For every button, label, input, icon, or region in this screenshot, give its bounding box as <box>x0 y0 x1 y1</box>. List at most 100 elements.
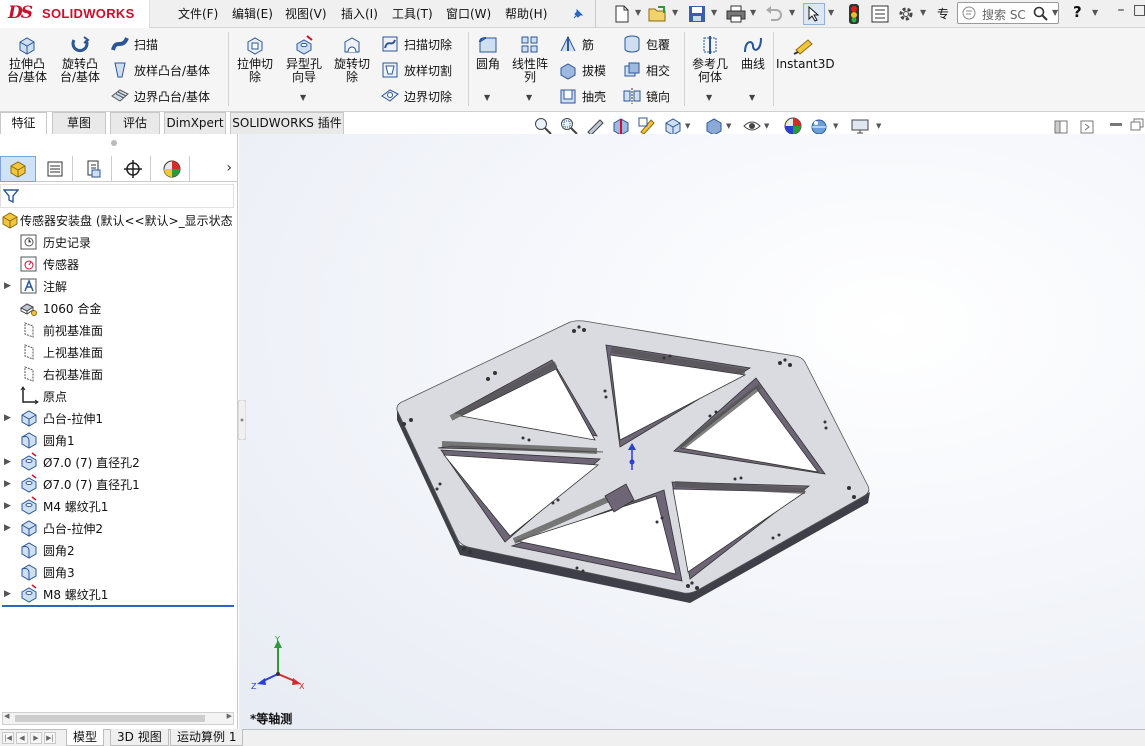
linear-pattern-button[interactable]: 线性阵列 <box>508 34 552 84</box>
linear-pattern-dropdown-icon[interactable]: ▼ <box>526 93 532 102</box>
tab-last-icon[interactable]: ▶| <box>44 732 56 744</box>
options-dropdown-icon[interactable]: ▼ <box>920 8 926 17</box>
loft-boss-button[interactable]: 放样凸台/基体 <box>110 59 210 81</box>
apply-scene-icon[interactable] <box>809 116 829 136</box>
panel-collapse-handle-icon[interactable] <box>237 399 247 441</box>
file-properties-icon[interactable] <box>869 3 891 25</box>
tab-evaluate[interactable]: 评估 <box>110 112 160 134</box>
tree-item-fillet3[interactable]: 圆角3 <box>0 561 238 583</box>
zoom-to-fit-icon[interactable] <box>533 116 553 136</box>
tab-previous-icon[interactable]: ◀ <box>16 732 28 744</box>
sweep-button[interactable]: 扫描 <box>110 33 158 55</box>
tab-first-icon[interactable]: |◀ <box>2 732 14 744</box>
mirror-button[interactable]: 镜向 <box>622 85 670 107</box>
open-file-icon[interactable] <box>647 3 669 25</box>
print-icon[interactable] <box>725 3 747 25</box>
select-pointer-icon[interactable] <box>803 3 825 25</box>
select-dropdown-icon[interactable]: ▼ <box>828 8 834 17</box>
tab-display-manager[interactable] <box>154 156 190 182</box>
panel-drag-handle-icon[interactable] <box>111 140 117 146</box>
expand-arrow-icon[interactable]: ▶ <box>4 479 11 489</box>
tree-root-part[interactable]: 传感器安装盘 (默认<<默认>_显示状态 <box>0 209 238 231</box>
expand-arrow-icon[interactable]: ▶ <box>4 281 11 291</box>
tree-item-history[interactable]: 历史记录 <box>0 231 238 253</box>
chevron-right-icon[interactable]: › <box>226 160 232 176</box>
scroll-right-icon[interactable]: ▶ <box>227 712 232 720</box>
menu-help[interactable]: 帮助(H) <box>505 5 547 22</box>
minimize-icon[interactable]: – <box>1107 2 1135 24</box>
tree-item-top-plane[interactable]: 上视基准面 <box>0 341 238 363</box>
view-settings-icon[interactable] <box>850 116 870 136</box>
new-dropdown-icon[interactable]: ▼ <box>635 8 641 17</box>
wrap-button[interactable]: 包覆 <box>622 33 670 55</box>
revolve-boss-button[interactable]: 旋转凸台/基体 <box>56 34 104 84</box>
menu-view[interactable]: 视图(V) <box>285 5 327 22</box>
tree-item-hole-dia1[interactable]: ▶ Ø7.0 (7) 直径孔1 <box>0 473 238 495</box>
graphics-area[interactable]: Y X Z <box>239 134 1145 730</box>
options-gear-icon[interactable] <box>895 3 917 25</box>
rib-button[interactable]: 筋 <box>558 33 594 55</box>
pane-expand-icon[interactable] <box>1080 120 1094 134</box>
hide-show-dropdown-icon[interactable]: ▼ <box>764 122 769 130</box>
tree-item-hole-dia2[interactable]: ▶ Ø7.0 (7) 直径孔2 <box>0 451 238 473</box>
hole-wizard-button[interactable]: 异型孔向导 <box>282 34 326 84</box>
fillet-dropdown-icon[interactable]: ▼ <box>484 93 490 102</box>
tab-dimxpert-manager[interactable] <box>115 156 151 182</box>
instant3d-button[interactable]: Instant3D <box>776 34 835 71</box>
view-orientation-icon[interactable] <box>663 116 683 136</box>
tree-item-fillet1[interactable]: 圆角1 <box>0 429 238 451</box>
tree-item-fillet2[interactable]: 圆角2 <box>0 539 238 561</box>
tree-item-m4-tapped-hole1[interactable]: ▶ M4 螺纹孔1 <box>0 495 238 517</box>
search-dropdown-icon[interactable]: ▼ <box>1052 8 1058 17</box>
reference-geometry-button[interactable]: 参考几何体 <box>688 34 732 84</box>
menu-file[interactable]: 文件(F) <box>178 5 218 22</box>
tree-item-m8-tapped-hole1[interactable]: ▶ M8 螺纹孔1 <box>0 583 238 605</box>
scrollbar-thumb[interactable] <box>15 715 205 722</box>
extrude-cut-button[interactable]: 拉伸切除 <box>233 34 277 84</box>
loft-cut-button[interactable]: 放样切割 <box>380 59 452 81</box>
expand-arrow-icon[interactable]: ▶ <box>4 457 11 467</box>
shell-button[interactable]: 抽壳 <box>558 85 606 107</box>
help-button[interactable]: ? <box>1073 3 1082 21</box>
tab-property-manager[interactable] <box>37 156 73 182</box>
search-magnifier-icon[interactable] <box>1030 3 1052 25</box>
help-dropdown-icon[interactable]: ▼ <box>1092 8 1098 17</box>
print-dropdown-icon[interactable]: ▼ <box>750 8 756 17</box>
open-dropdown-icon[interactable]: ▼ <box>672 8 678 17</box>
new-document-icon[interactable] <box>611 3 633 25</box>
menu-edit[interactable]: 编辑(E) <box>232 5 273 22</box>
draft-button[interactable]: 拔模 <box>558 59 606 81</box>
view-orientation-dropdown-icon[interactable]: ▼ <box>685 122 690 130</box>
rebuild-traffic-light-icon[interactable] <box>843 3 865 25</box>
tab-features[interactable]: 特征 <box>0 112 47 134</box>
feature-tree-horizontal-scrollbar[interactable]: ◀ ▶ <box>2 712 234 725</box>
menu-insert[interactable]: 插入(I) <box>341 5 378 22</box>
tree-item-boss-extrude2[interactable]: ▶ 凸台-拉伸2 <box>0 517 238 539</box>
save-icon[interactable] <box>686 3 708 25</box>
section-view-icon[interactable] <box>611 116 631 136</box>
expand-arrow-icon[interactable]: ▶ <box>4 523 11 533</box>
tab-sketch[interactable]: 草图 <box>52 112 106 134</box>
tree-filter-bar[interactable] <box>0 184 234 208</box>
fillet-button[interactable]: 圆角 <box>473 34 503 71</box>
expand-arrow-icon[interactable]: ▶ <box>4 589 11 599</box>
scroll-left-icon[interactable]: ◀ <box>4 712 9 720</box>
tab-featuremanager-tree[interactable] <box>0 156 36 182</box>
dynamic-annotation-icon[interactable] <box>637 116 657 136</box>
intersect-button[interactable]: 相交 <box>622 59 670 81</box>
more-commands-label[interactable]: 专 <box>937 5 949 22</box>
tab-solidworks-addins[interactable]: SOLIDWORKS 插件 <box>230 112 344 134</box>
edit-appearance-icon[interactable] <box>783 116 803 136</box>
expand-arrow-icon[interactable]: ▶ <box>4 501 11 511</box>
revolve-cut-button[interactable]: 旋转切除 <box>330 34 374 84</box>
rollback-bar[interactable] <box>2 605 234 607</box>
tree-item-origin[interactable]: 原点 <box>0 385 238 407</box>
tab-model[interactable]: 模型 <box>66 729 105 746</box>
undo-icon[interactable] <box>763 3 785 25</box>
boundary-boss-button[interactable]: 边界凸台/基体 <box>110 85 210 107</box>
view-settings-dropdown-icon[interactable]: ▼ <box>876 122 881 130</box>
boundary-cut-button[interactable]: 边界切除 <box>380 85 452 107</box>
extrude-boss-button[interactable]: 拉伸凸台/基体 <box>4 34 50 84</box>
expand-arrow-icon[interactable]: ▶ <box>4 413 11 423</box>
tree-item-right-plane[interactable]: 右视基准面 <box>0 363 238 385</box>
